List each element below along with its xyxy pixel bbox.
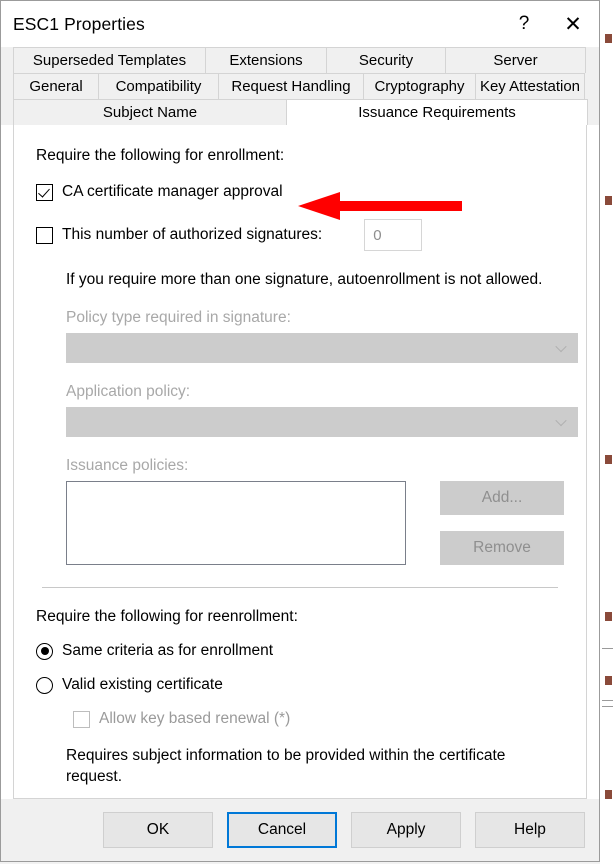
apply-button[interactable]: Apply [351, 812, 461, 848]
ok-button[interactable]: OK [103, 812, 213, 848]
dialog-button-bar: OK Cancel Apply Help [1, 799, 599, 861]
requires-subject-info-note: Requires subject information to be provi… [66, 747, 506, 785]
tab-key-attestation[interactable]: Key Attestation [475, 73, 585, 99]
authorized-signatures-label: This number of authorized signatures: [62, 226, 323, 243]
reenrollment-heading: Require the following for reenrollment: [36, 608, 298, 625]
help-button[interactable]: Help [475, 812, 585, 848]
remove-button[interactable]: Remove [440, 531, 564, 565]
backdrop-marker [605, 34, 612, 43]
same-criteria-radio[interactable] [36, 642, 53, 660]
tab-cryptography[interactable]: Cryptography [363, 73, 476, 99]
backdrop-marker [605, 455, 612, 464]
tab-security[interactable]: Security [326, 47, 446, 73]
title-bar: ESC1 Properties ? ✕ [1, 1, 599, 47]
chevron-down-icon [557, 343, 566, 352]
tab-strip: Superseded Templates Extensions Security… [1, 47, 599, 125]
add-button[interactable]: Add... [440, 481, 564, 515]
backdrop-panel [600, 0, 614, 864]
authorized-signatures-row[interactable]: This number of authorized signatures: 0 [36, 219, 564, 251]
tab-row-3: Subject Name Issuance Requirements [13, 99, 588, 125]
close-icon[interactable]: ✕ [547, 1, 599, 47]
backdrop-marker [605, 676, 612, 685]
backdrop-marker [605, 196, 612, 205]
application-policy-label: Application policy: [66, 383, 191, 400]
valid-existing-certificate-radio[interactable] [36, 676, 53, 694]
issuance-policies-label: Issuance policies: [66, 457, 189, 474]
same-criteria-label: Same criteria as for enrollment [62, 642, 274, 659]
tab-row-1: Superseded Templates Extensions Security… [13, 47, 587, 73]
enrollment-heading: Require the following for enrollment: [36, 147, 285, 164]
backdrop-marker [605, 790, 612, 799]
window-title: ESC1 Properties [13, 13, 145, 34]
tab-subject-name[interactable]: Subject Name [13, 99, 287, 125]
tab-superseded-templates[interactable]: Superseded Templates [13, 47, 206, 73]
issuance-requirements-panel: Require the following for enrollment: CA… [13, 125, 587, 799]
tab-general[interactable]: General [13, 73, 99, 99]
policy-type-dropdown[interactable] [66, 333, 578, 363]
backdrop-marker [605, 612, 612, 621]
help-icon[interactable]: ? [501, 1, 547, 47]
esc1-properties-dialog: ESC1 Properties ? ✕ Superseded Templates… [0, 0, 600, 862]
authorized-signatures-checkbox[interactable] [36, 226, 53, 244]
same-criteria-row[interactable]: Same criteria as for enrollment [36, 642, 564, 660]
signature-note: If you require more than one signature, … [66, 271, 543, 288]
valid-existing-certificate-label: Valid existing certificate [62, 676, 223, 693]
cancel-button[interactable]: Cancel [227, 812, 337, 848]
allow-key-renewal-row[interactable]: Allow key based renewal (*) [73, 710, 564, 728]
tab-extensions[interactable]: Extensions [205, 47, 327, 73]
valid-existing-certificate-row[interactable]: Valid existing certificate [36, 676, 564, 694]
ca-manager-approval-label: CA certificate manager approval [62, 183, 283, 200]
tab-compatibility[interactable]: Compatibility [98, 73, 219, 99]
section-divider [42, 587, 558, 588]
application-policy-dropdown[interactable] [66, 407, 578, 437]
authorized-signatures-input[interactable]: 0 [364, 219, 423, 251]
chevron-down-icon [557, 417, 566, 426]
tab-server[interactable]: Server [445, 47, 586, 73]
backdrop-rule [602, 700, 613, 701]
tab-request-handling[interactable]: Request Handling [218, 73, 364, 99]
allow-key-renewal-label: Allow key based renewal (*) [99, 710, 291, 727]
allow-key-renewal-checkbox[interactable] [73, 710, 90, 728]
issuance-policies-row: Add... Remove [66, 481, 564, 565]
backdrop-rule [602, 706, 613, 707]
tab-issuance-requirements[interactable]: Issuance Requirements [286, 99, 588, 125]
ca-manager-approval-row[interactable]: CA certificate manager approval [36, 183, 564, 201]
title-bar-buttons: ? ✕ [501, 1, 599, 47]
tab-row-2: General Compatibility Request Handling C… [13, 73, 587, 99]
policy-type-label: Policy type required in signature: [66, 309, 291, 326]
issuance-policies-listbox[interactable] [66, 481, 406, 565]
issuance-policies-buttons: Add... Remove [440, 481, 564, 565]
ca-manager-approval-checkbox[interactable] [36, 183, 53, 201]
backdrop-rule [602, 648, 613, 649]
